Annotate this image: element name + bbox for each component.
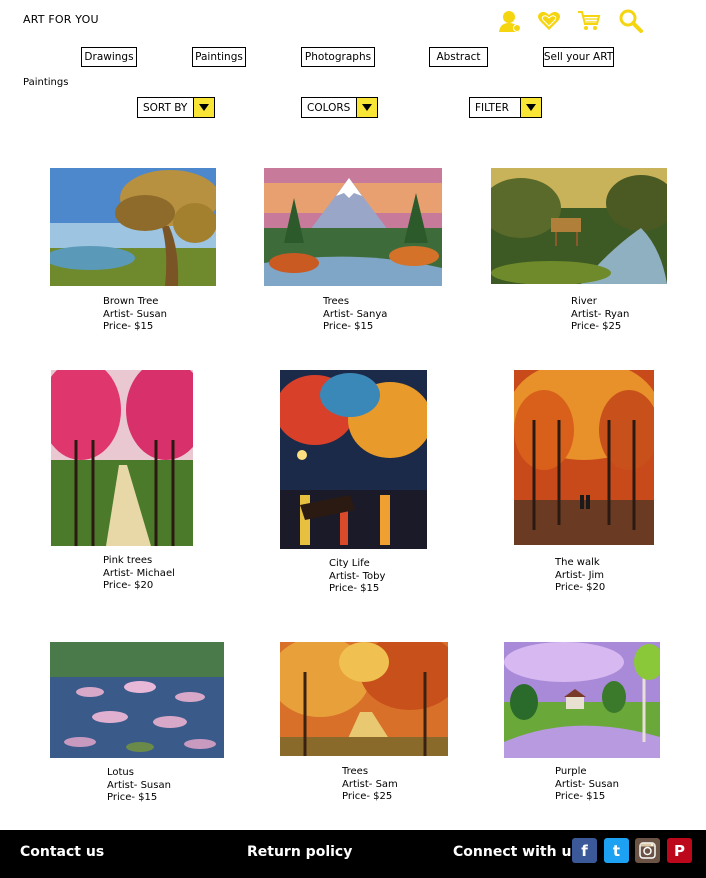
product-artist: Artist- Sam: [342, 778, 398, 790]
product-artist: Artist- Jim: [555, 569, 605, 581]
painting-image[interactable]: [280, 642, 448, 756]
product-caption: Pink trees Artist- Michael Price- $20: [103, 555, 175, 593]
facebook-glyph: f: [581, 841, 588, 860]
pinterest-icon[interactable]: P: [667, 838, 692, 863]
product-caption: Trees Artist- Sam Price- $25: [342, 766, 398, 804]
product-artist: Artist- Michael: [103, 567, 175, 579]
product-caption: Purple Artist- Susan Price- $15: [555, 766, 619, 804]
category-abstract[interactable]: Abstract: [429, 47, 488, 67]
user-icon[interactable]: [497, 8, 523, 34]
sort-by-label: SORT BY: [143, 101, 188, 114]
painting-image[interactable]: [50, 642, 224, 758]
product-price: Price- $15: [555, 791, 606, 802]
product-caption: City Life Artist- Toby Price- $15: [329, 558, 385, 596]
brand-logo[interactable]: ART FOR YOU: [23, 13, 99, 26]
product-caption: Brown Tree Artist- Susan Price- $15: [103, 296, 167, 334]
search-icon[interactable]: [618, 8, 644, 34]
chevron-down-icon[interactable]: [193, 98, 214, 117]
product-artist: Artist- Ryan: [571, 308, 630, 320]
product-title: The walk: [555, 557, 600, 568]
product-title: Trees: [342, 766, 369, 777]
product-title: River: [571, 296, 597, 307]
footer: Contact us Return policy Connect with us…: [0, 830, 706, 878]
product-title: City Life: [329, 558, 370, 569]
category-drawings[interactable]: Drawings: [81, 47, 137, 67]
product-title: Trees: [323, 296, 350, 307]
product-price: Price- $15: [329, 583, 380, 594]
contact-us-link[interactable]: Contact us: [20, 844, 104, 860]
colors-dropdown[interactable]: COLORS: [301, 97, 378, 118]
painting-image[interactable]: [280, 370, 427, 549]
product-price: Price- $25: [571, 321, 622, 332]
product-caption: River Artist- Ryan Price- $25: [571, 296, 629, 334]
sort-by-dropdown[interactable]: SORT BY: [137, 97, 215, 118]
product-price: Price- $15: [103, 321, 154, 332]
painting-image[interactable]: [50, 168, 216, 286]
product-title: Pink trees: [103, 555, 153, 566]
product-price: Price- $15: [107, 792, 158, 803]
filter-dropdown[interactable]: FILTER: [469, 97, 542, 118]
chevron-down-icon[interactable]: [356, 98, 377, 117]
product-price: Price- $20: [103, 580, 154, 591]
connect-label: Connect with us :: [453, 844, 591, 860]
product-artist: Artist- Susan: [107, 779, 171, 791]
filter-label: FILTER: [475, 101, 509, 114]
product-caption: The walk Artist- Jim Price- $20: [555, 557, 605, 595]
category-paintings[interactable]: Paintings: [192, 47, 246, 67]
painting-image[interactable]: [514, 370, 654, 545]
product-title: Purple: [555, 766, 587, 777]
camera-icon: [639, 842, 656, 859]
product-title: Brown Tree: [103, 296, 159, 307]
product-artist: Artist- Susan: [555, 778, 619, 790]
product-artist: Artist- Sanya: [323, 308, 388, 320]
pinterest-glyph: P: [674, 841, 685, 860]
product-artist: Artist- Susan: [103, 308, 167, 320]
painting-image[interactable]: [51, 370, 193, 546]
product-artist: Artist- Toby: [329, 570, 386, 582]
chevron-down-icon[interactable]: [520, 98, 541, 117]
facebook-icon[interactable]: f: [572, 838, 597, 863]
category-sell-your-art[interactable]: Sell your ART: [543, 47, 614, 67]
product-caption: Lotus Artist- Susan Price- $15: [107, 767, 171, 805]
product-price: Price- $25: [342, 791, 393, 802]
twitter-glyph: t: [612, 841, 621, 860]
product-price: Price- $20: [555, 582, 606, 593]
instagram-icon[interactable]: [635, 838, 660, 863]
painting-image[interactable]: [491, 168, 667, 284]
heart-icon[interactable]: [536, 8, 562, 34]
return-policy-link[interactable]: Return policy: [247, 844, 352, 860]
colors-label: COLORS: [307, 101, 351, 114]
product-title: Lotus: [107, 767, 134, 778]
painting-image[interactable]: [264, 168, 442, 286]
product-caption: Trees Artist- Sanya Price- $15: [323, 296, 387, 334]
cart-icon[interactable]: [576, 8, 602, 34]
twitter-icon[interactable]: t: [604, 838, 629, 863]
section-label: Paintings: [23, 77, 69, 88]
painting-image[interactable]: [504, 642, 660, 758]
product-price: Price- $15: [323, 321, 374, 332]
category-photographs[interactable]: Photographs: [301, 47, 375, 67]
